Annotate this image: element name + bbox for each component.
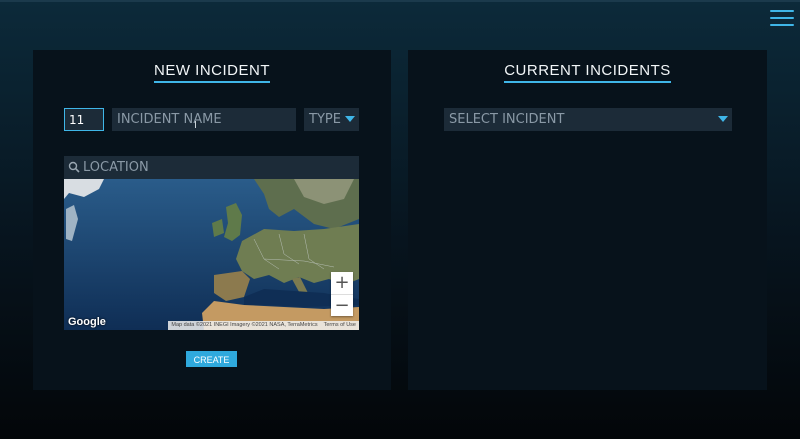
menu-line <box>770 24 794 26</box>
map-attribution: Map data ©2021 INEGI Imagery ©2021 NASA,… <box>168 321 359 330</box>
search-icon <box>68 161 80 173</box>
zoom-out-button[interactable]: − <box>331 294 353 317</box>
new-incident-title-text: NEW INCIDENT <box>154 62 270 83</box>
zoom-in-button[interactable]: + <box>331 272 353 294</box>
current-incidents-title: CURRENT INCIDENTS <box>408 62 767 83</box>
current-incidents-panel: CURRENT INCIDENTS SELECT INCIDENT <box>408 50 767 390</box>
hamburger-menu-icon[interactable] <box>770 10 794 28</box>
chevron-down-icon <box>718 116 728 122</box>
location-placeholder: LOCATION <box>83 160 149 175</box>
location-map[interactable]: + − Google Map data ©2021 INEGI Imagery … <box>64 179 359 330</box>
create-button[interactable]: CREATE <box>186 351 237 367</box>
new-incident-panel: NEW INCIDENT INCIDENT NAME I TYPE LOCATI… <box>33 50 391 390</box>
menu-line <box>770 17 794 19</box>
incident-name-placeholder: INCIDENT NAME <box>117 112 222 127</box>
select-incident-placeholder: SELECT INCIDENT <box>449 112 565 127</box>
current-incidents-title-text: CURRENT INCIDENTS <box>504 62 671 83</box>
text-cursor-icon: I <box>194 120 197 131</box>
type-dropdown-label: TYPE <box>309 112 341 127</box>
location-search-input[interactable]: LOCATION <box>64 156 359 179</box>
top-bar <box>0 0 800 2</box>
map-zoom-controls: + − <box>331 272 353 316</box>
new-incident-title: NEW INCIDENT <box>33 62 391 83</box>
terms-of-use-link[interactable]: Terms of Use <box>324 322 356 328</box>
chevron-down-icon <box>345 116 355 122</box>
incident-number-input[interactable] <box>64 108 104 131</box>
type-dropdown[interactable]: TYPE <box>304 108 359 131</box>
map-imagery <box>64 179 359 330</box>
incident-name-input[interactable]: INCIDENT NAME <box>112 108 296 131</box>
map-attribution-text: Map data ©2021 INEGI Imagery ©2021 NASA,… <box>171 322 318 328</box>
google-logo: Google <box>68 316 106 328</box>
select-incident-dropdown[interactable]: SELECT INCIDENT <box>444 108 732 131</box>
menu-line <box>770 10 794 12</box>
